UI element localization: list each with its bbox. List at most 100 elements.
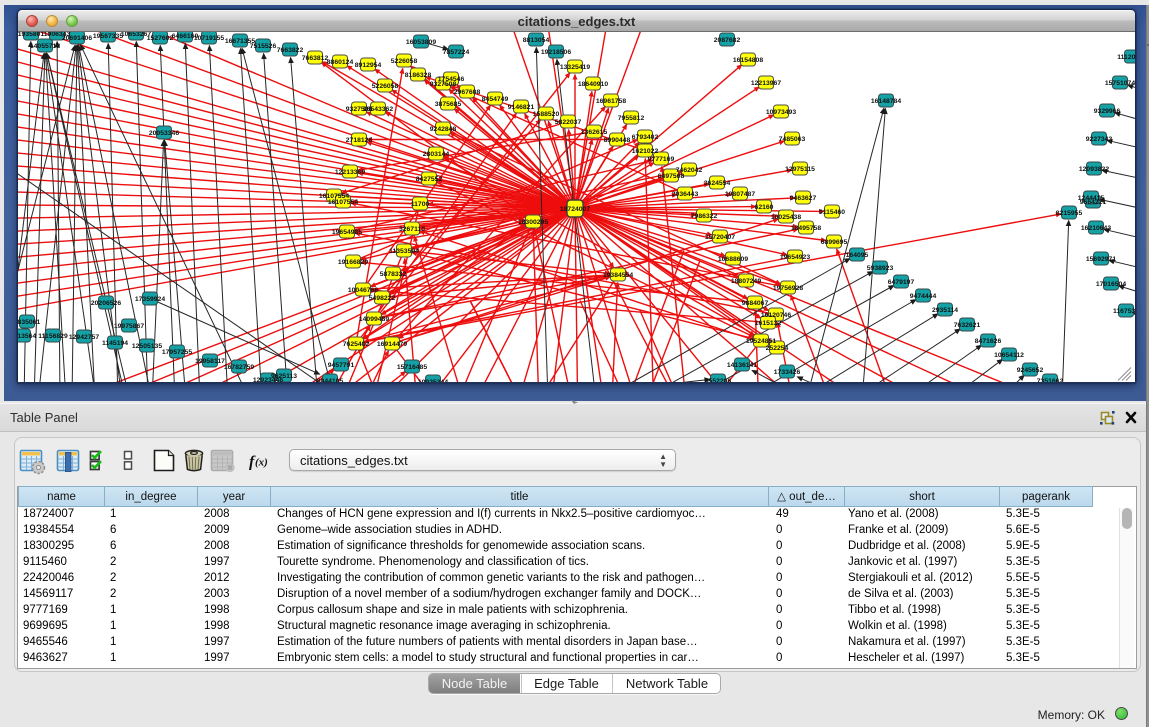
svg-text:16053809: 16053809	[406, 39, 436, 46]
svg-text:15751074: 15751074	[1105, 80, 1135, 87]
svg-text:12975115: 12975115	[785, 166, 815, 173]
svg-text:8860124: 8860124	[327, 59, 354, 66]
svg-text:8215955: 8215955	[1056, 210, 1083, 217]
svg-text:9474444: 9474444	[910, 293, 937, 300]
svg-text:6899695: 6899695	[821, 239, 848, 246]
svg-text:12505135: 12505135	[132, 343, 162, 350]
svg-text:19958117: 19958117	[195, 358, 225, 365]
svg-text:5822037: 5822037	[555, 119, 582, 126]
svg-text:7625402: 7625402	[343, 341, 370, 348]
svg-text:7462042: 7462042	[676, 167, 703, 174]
svg-text:7485063: 7485063	[779, 136, 806, 143]
svg-text:5498222: 5498222	[369, 295, 396, 302]
svg-text:2036443: 2036443	[672, 191, 699, 198]
svg-text:10925344: 10925344	[418, 379, 448, 382]
svg-text:6793402: 6793402	[632, 134, 659, 141]
svg-text:1935801: 1935801	[18, 32, 44, 38]
svg-text:15716485: 15716485	[397, 364, 427, 371]
svg-text:11156829: 11156829	[38, 333, 68, 340]
svg-text:18640910: 18640910	[578, 81, 608, 88]
svg-text:10025438: 10025438	[771, 214, 801, 221]
svg-text:10973493: 10973493	[766, 109, 796, 116]
svg-text:18495758: 18495758	[791, 225, 821, 232]
svg-text:1244415: 1244415	[1078, 195, 1105, 202]
svg-text:9146821: 9146821	[508, 104, 535, 111]
svg-text:9463627: 9463627	[790, 195, 817, 202]
svg-text:1615132: 1615132	[755, 320, 782, 327]
svg-text:9115460: 9115460	[819, 209, 845, 216]
svg-text:5226058: 5226058	[372, 83, 399, 90]
svg-text:2718126: 2718126	[346, 137, 373, 144]
svg-text:19567335: 19567335	[93, 33, 123, 40]
svg-text:252254: 252254	[766, 345, 789, 352]
svg-text:19654985: 19654985	[332, 229, 362, 236]
svg-text:2087682: 2087682	[714, 37, 741, 44]
svg-text:10719155: 10719155	[194, 35, 224, 42]
svg-text:2967608: 2967608	[454, 89, 481, 96]
svg-text:11120901: 11120901	[1117, 54, 1135, 61]
svg-text:9884067: 9884067	[742, 300, 769, 307]
svg-text:18724007: 18724007	[560, 206, 590, 213]
svg-text:16782759: 16782759	[224, 364, 254, 371]
svg-text:15692971: 15692971	[1086, 256, 1116, 263]
svg-text:9457791: 9457791	[328, 362, 355, 369]
svg-text:13325419: 13325419	[560, 64, 590, 71]
svg-text:10688609: 10688609	[718, 256, 748, 263]
svg-text:1835061: 1835061	[18, 319, 40, 326]
svg-text:10807487: 10807487	[725, 191, 755, 198]
svg-text:8912954: 8912954	[355, 62, 382, 69]
svg-text:1621022: 1621022	[632, 148, 659, 155]
svg-text:8044105: 8044105	[317, 378, 344, 382]
svg-text:8552206: 8552206	[705, 378, 732, 382]
svg-text:11700: 11700	[411, 201, 430, 208]
svg-text:12213369: 12213369	[335, 169, 365, 176]
svg-text:16210643: 16210643	[1081, 225, 1111, 232]
svg-text:8186328: 8186328	[405, 72, 432, 79]
svg-text:7857224: 7857224	[443, 49, 470, 56]
svg-text:8813054: 8813054	[523, 37, 550, 44]
svg-text:9777169: 9777169	[648, 156, 675, 163]
svg-text:16148784: 16148784	[871, 98, 901, 105]
svg-text:19975867: 19975867	[114, 323, 144, 330]
svg-text:19218506: 19218506	[541, 49, 571, 56]
svg-text:17016504: 17016504	[1096, 281, 1126, 288]
svg-text:62160: 62160	[755, 204, 774, 211]
svg-text:5938923: 5938923	[867, 265, 894, 272]
svg-text:3267110: 3267110	[399, 226, 425, 233]
svg-text:7663812: 7663812	[302, 55, 329, 62]
svg-text:(x): (x)	[255, 456, 268, 468]
svg-text:1527602: 1527602	[147, 35, 174, 42]
svg-text:16914479: 16914479	[377, 341, 407, 348]
svg-text:16154808: 16154808	[733, 57, 763, 64]
svg-text:1362615: 1362615	[581, 129, 608, 136]
svg-text:2803144: 2803144	[423, 151, 450, 158]
svg-text:17359924: 17359924	[135, 296, 165, 303]
svg-text:2935114: 2935114	[932, 307, 958, 314]
svg-text:16107554: 16107554	[328, 199, 358, 206]
svg-text:14055712: 14055712	[30, 43, 60, 50]
svg-text:7955812: 7955812	[618, 115, 645, 122]
svg-text:7515526: 7515526	[250, 43, 277, 50]
svg-text:10654112: 10654112	[994, 352, 1024, 359]
svg-text:164095: 164095	[846, 252, 869, 259]
svg-text:16961758: 16961758	[596, 98, 626, 105]
svg-text:1145194: 1145194	[102, 340, 128, 347]
svg-text:19654923: 19654923	[780, 254, 810, 261]
svg-text:17957255: 17957255	[162, 349, 192, 356]
svg-text:8427552: 8427552	[416, 176, 443, 183]
svg-text:16120746: 16120746	[761, 312, 791, 319]
svg-text:7663822: 7663822	[277, 47, 304, 54]
svg-text:12942757: 12942757	[69, 334, 99, 341]
svg-text:8471626: 8471626	[975, 338, 1002, 345]
svg-text:20691406: 20691406	[62, 35, 92, 42]
svg-text:14099489: 14099489	[359, 316, 389, 323]
svg-text:7351662: 7351662	[1037, 378, 1064, 382]
svg-text:9227343: 9227343	[1086, 136, 1113, 143]
svg-text:7632621: 7632621	[954, 322, 981, 329]
svg-text:20206526: 20206526	[91, 300, 121, 307]
svg-text:19166829: 19166829	[338, 259, 368, 266]
svg-text:3624554: 3624554	[704, 180, 731, 187]
svg-text:5226058: 5226058	[391, 58, 418, 65]
svg-text:12213967: 12213967	[751, 80, 781, 87]
svg-text:6479197: 6479197	[888, 279, 915, 286]
